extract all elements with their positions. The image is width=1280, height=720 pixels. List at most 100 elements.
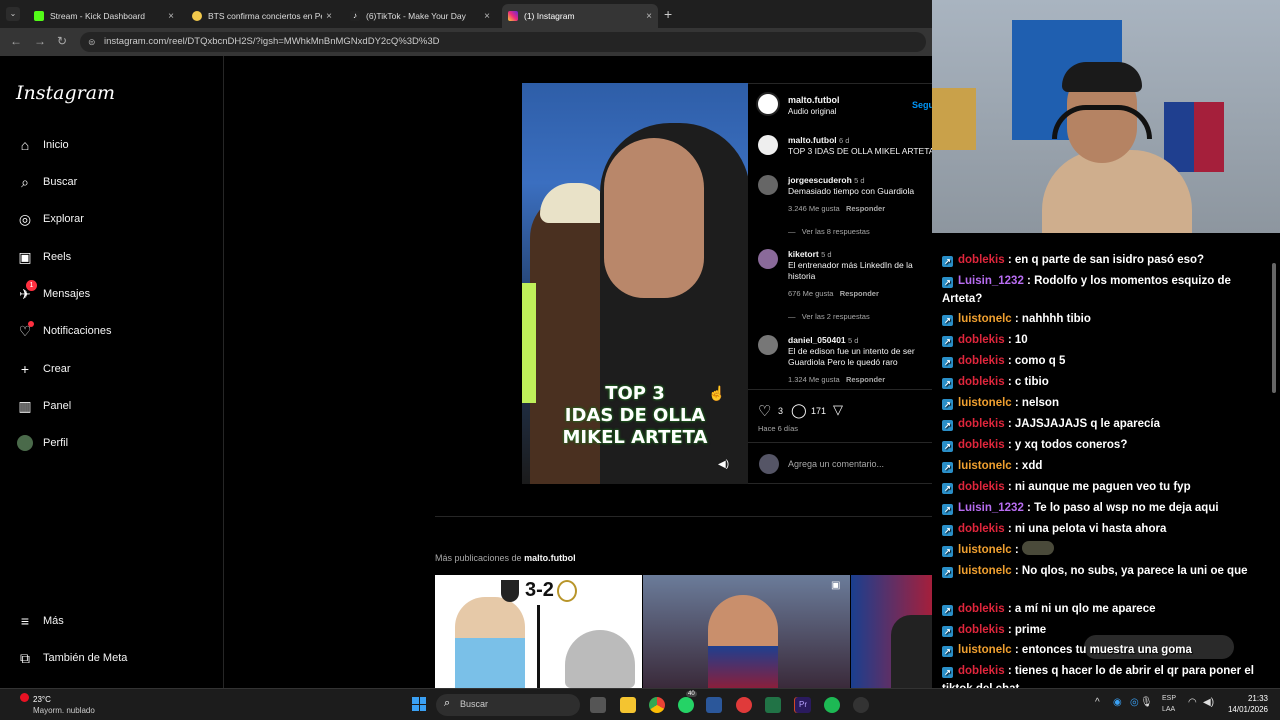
task-view-icon[interactable] — [590, 697, 606, 713]
sidebar-item-notificaciones[interactable]: ♡ Notificaciones — [16, 321, 111, 340]
chat-username[interactable]: doblekis — [958, 439, 1005, 451]
language-indicator[interactable]: ESP — [1162, 695, 1176, 702]
reply-button[interactable]: Responder — [846, 375, 885, 384]
word-icon[interactable] — [706, 697, 722, 713]
like-icon[interactable]: ♡ — [758, 402, 771, 420]
chat-username[interactable]: doblekis — [958, 418, 1005, 430]
clock-time[interactable]: 21:33 — [1220, 694, 1268, 703]
post-thumbnail[interactable]: 3-2 — [435, 575, 642, 688]
sidebar-item-mas[interactable]: ≡ Más — [16, 612, 64, 630]
tab-tiktok[interactable]: ♪ (6)TikTok - Make Your Day × — [344, 4, 496, 28]
sidebar-item-explorar[interactable]: ◎ Explorar — [16, 210, 84, 228]
sidebar-item-label: Más — [43, 615, 64, 627]
new-tab-button[interactable]: + — [664, 6, 672, 22]
more-posts-user[interactable]: malto.futbol — [524, 553, 576, 563]
tray-icon[interactable]: ◉ — [1113, 697, 1122, 708]
chat-username[interactable]: luistonelc — [958, 544, 1012, 556]
close-icon[interactable]: × — [168, 11, 174, 22]
sidebar-item-mensajes[interactable]: ✈ 1 Mensajes — [16, 280, 90, 303]
url-field[interactable]: ⊜ instagram.com/reel/DTQxbcnDH2S/?igsh=M… — [80, 32, 926, 52]
instagram-sidebar: Instagram ⌂ Inicio ⌕ Buscar ◎ Explorar ▣… — [0, 56, 224, 688]
post-thumbnail[interactable]: ▣ — [643, 575, 850, 688]
instagram-logo[interactable]: Instagram — [16, 82, 115, 104]
sidebar-item-inicio[interactable]: ⌂ Inicio — [16, 136, 69, 154]
close-icon[interactable]: × — [484, 11, 490, 22]
sidebar-item-reels[interactable]: ▣ Reels — [16, 248, 71, 266]
taskbar-search[interactable]: ⌕ Buscar — [436, 694, 580, 716]
sidebar-item-perfil[interactable]: Perfil — [16, 434, 68, 452]
reload-icon[interactable]: ↻ — [57, 34, 67, 48]
chat-username[interactable]: doblekis — [958, 376, 1005, 388]
start-button[interactable] — [412, 697, 426, 711]
chat-username[interactable]: doblekis — [958, 481, 1005, 493]
file-explorer-icon[interactable] — [620, 697, 636, 713]
sidebar-item-meta[interactable]: ⧉ También de Meta — [16, 649, 127, 667]
premiere-icon[interactable]: Pr — [795, 697, 811, 713]
excel-icon[interactable] — [765, 697, 781, 713]
add-comment-input[interactable]: Agrega un comentario... — [788, 459, 884, 469]
chat-username[interactable]: doblekis — [958, 355, 1005, 367]
post-thumbnail[interactable] — [851, 575, 932, 688]
audio-label[interactable]: Audio original — [788, 107, 836, 116]
author-avatar[interactable] — [756, 92, 780, 116]
follow-button[interactable]: Segu — [912, 100, 932, 110]
weather-widget[interactable]: 23°C Mayorm. nublado — [12, 693, 122, 717]
share-icon[interactable]: ▽ — [833, 402, 843, 418]
chat-username[interactable]: luistonelc — [958, 460, 1012, 472]
chat-username[interactable]: doblekis — [958, 523, 1005, 535]
chat-username[interactable]: luistonelc — [958, 565, 1012, 577]
view-replies-button[interactable]: Ver las 2 respuestas — [802, 312, 870, 321]
microphone-icon[interactable]: 🎙 — [1140, 697, 1153, 708]
post-author[interactable]: malto.futbol — [788, 95, 840, 105]
chat-username[interactable]: doblekis — [958, 603, 1005, 615]
close-icon[interactable]: × — [326, 11, 332, 22]
comment-user[interactable]: daniel_050401 — [788, 335, 846, 345]
spotify-icon[interactable] — [824, 697, 840, 713]
back-icon[interactable]: ← — [10, 34, 22, 48]
reel-video[interactable]: TOP 3 IDAS DE OLLA MIKEL ARTETA ◀) — [522, 83, 748, 484]
comment-user[interactable]: jorgeescuderoh — [788, 175, 852, 185]
comment-user[interactable]: malto.futbol — [788, 135, 837, 145]
sidebar-item-panel[interactable]: ▥ Panel — [16, 397, 71, 415]
chat-scrollbar[interactable] — [1272, 263, 1276, 393]
reply-button[interactable]: Responder — [846, 204, 885, 213]
plus-icon: + — [20, 361, 30, 377]
chat-username[interactable]: Luisin_1232 — [958, 275, 1024, 287]
tab-instagram[interactable]: (1) Instagram × — [502, 4, 658, 28]
comment-user[interactable]: kiketort — [788, 249, 819, 259]
avatar[interactable] — [758, 335, 778, 355]
obs-icon[interactable] — [853, 697, 869, 713]
avatar[interactable] — [758, 135, 778, 155]
mute-icon[interactable]: ◀) — [718, 459, 729, 470]
tray-chevron-icon[interactable]: ^ — [1095, 697, 1100, 708]
chat-username[interactable]: luistonelc — [958, 644, 1012, 656]
sidebar-item-crear[interactable]: + Crear — [16, 360, 71, 378]
comment-icon[interactable]: ◯ — [791, 402, 807, 419]
tab-kick[interactable]: Stream - Kick Dashboard × — [28, 4, 180, 28]
forward-icon[interactable]: → — [34, 34, 46, 48]
volume-icon[interactable]: ◀) — [1203, 697, 1214, 708]
clock-date[interactable]: 14/01/2026 — [1220, 705, 1268, 714]
view-replies-button[interactable]: Ver las 8 respuestas — [802, 227, 870, 236]
close-icon[interactable]: × — [646, 11, 652, 22]
sidebar-item-buscar[interactable]: ⌕ Buscar — [16, 173, 77, 191]
whatsapp-icon[interactable]: 40 — [678, 691, 697, 713]
chat-username[interactable]: luistonelc — [958, 313, 1012, 325]
tab-list-button[interactable]: ⌄ — [6, 7, 20, 21]
avatar[interactable] — [758, 175, 778, 195]
app-icon[interactable] — [736, 697, 752, 713]
chrome-icon[interactable] — [649, 697, 665, 713]
tab-bts[interactable]: BTS confirma conciertos en Per × — [186, 4, 338, 28]
site-info-icon[interactable]: ⊜ — [88, 32, 96, 52]
chat-username[interactable]: doblekis — [958, 334, 1005, 346]
chat-username[interactable]: Luisin_1232 — [958, 502, 1024, 514]
avatar[interactable] — [758, 249, 778, 269]
chat-username[interactable]: doblekis — [958, 254, 1005, 266]
reply-button[interactable]: Responder — [840, 289, 879, 298]
chat-username[interactable]: doblekis — [958, 665, 1005, 677]
wifi-icon[interactable]: ◠ — [1188, 697, 1197, 708]
tray-icon[interactable]: ◎ — [1130, 697, 1139, 708]
chat-username[interactable]: luistonelc — [958, 397, 1012, 409]
kick-badge-icon: ↗ — [942, 546, 953, 557]
chat-username[interactable]: doblekis — [958, 624, 1005, 636]
